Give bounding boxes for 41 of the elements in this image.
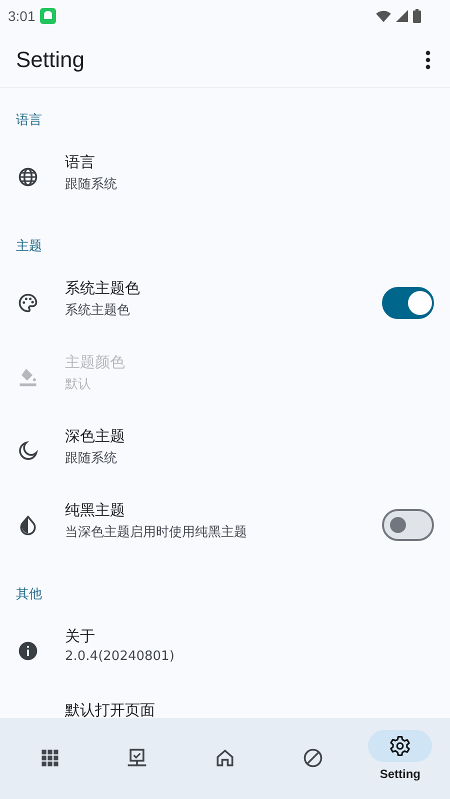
monitor-check-icon [126, 747, 148, 769]
setting-title: 深色主题 [65, 427, 126, 446]
toggle-switch[interactable] [382, 287, 434, 319]
setting-item[interactable]: 语言 跟随系统 [0, 140, 450, 214]
setting-title: 关于 [65, 627, 96, 646]
palette-icon [17, 292, 39, 314]
section-header: 其他 [16, 586, 42, 603]
setting-title: 纯黑主题 [65, 501, 126, 520]
moon-icon [17, 440, 39, 462]
setting-subtitle: 当深色主题启用时使用纯黑主题 [65, 524, 248, 541]
setting-subtitle: 跟随系统 [65, 450, 118, 467]
wifi-icon [376, 10, 391, 22]
setting-title: 语言 [65, 153, 96, 172]
setting-subtitle: 跟随系统 [65, 176, 118, 193]
setting-title: 默认打开页面 [65, 701, 156, 718]
setting-item[interactable]: 纯黑主题 当深色主题启用时使用纯黑主题 [0, 488, 450, 562]
block-icon [302, 747, 324, 769]
app-title: Setting [16, 46, 84, 72]
globe-icon [17, 166, 39, 188]
info-icon [17, 640, 39, 662]
setting-title: 系统主题色 [65, 279, 141, 298]
setting-subtitle: 默认 [65, 376, 92, 393]
paint-bucket-icon [17, 366, 39, 388]
setting-item[interactable]: 关于 2.0.4(20240801) [0, 614, 450, 688]
setting-item[interactable]: 深色主题 跟随系统 [0, 414, 450, 488]
notification-app-icon [40, 8, 56, 24]
setting-subtitle: 2.0.4(20240801) [65, 649, 176, 664]
contrast-drop-icon [17, 514, 39, 536]
section-header: 主题 [16, 238, 42, 255]
settings-icon [389, 735, 412, 757]
nav-tab[interactable]: Setting [356, 730, 444, 781]
setting-subtitle: 系统主题色 [65, 302, 131, 319]
toggle-switch[interactable] [382, 509, 434, 541]
section-header: 语言 [16, 112, 42, 129]
more-options-icon[interactable] [425, 50, 431, 70]
setting-item[interactable]: 系统主题色 系统主题色 [0, 266, 450, 340]
battery-icon [413, 9, 421, 23]
status-time: 3:01 [8, 8, 36, 24]
setting-item[interactable]: 默认打开页面 [0, 688, 450, 718]
setting-title: 主题颜色 [65, 353, 126, 372]
signal-icon [396, 10, 408, 22]
